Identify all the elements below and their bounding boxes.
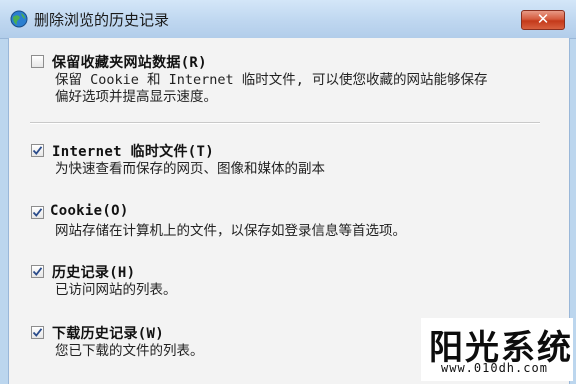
option-label-preserve-favorites[interactable]: 保留收藏夹网站数据(R)	[52, 52, 207, 72]
checkbox-cookies[interactable]	[31, 206, 44, 219]
checkmark-icon	[32, 146, 43, 155]
site-watermark: 阳光系统 www.010dh.com	[421, 318, 573, 381]
option-desc-preserve-favorites-line2: 偏好选项并提高显示速度。	[55, 89, 217, 105]
checkbox-download-history[interactable]	[31, 326, 44, 339]
option-desc-temp-files: 为快速查看而保存的网页、图像和媒体的副本	[55, 161, 325, 177]
close-icon: ✕	[536, 10, 550, 28]
separator	[30, 122, 540, 124]
checkmark-icon	[32, 208, 43, 217]
watermark-url: www.010dh.com	[441, 361, 548, 375]
option-desc-history: 已访问网站的列表。	[55, 282, 177, 298]
option-label-temp-files[interactable]: Internet 临时文件(T)	[52, 141, 214, 161]
option-desc-cookies: 网站存储在计算机上的文件，以保存如登录信息等首选项。	[55, 223, 406, 239]
option-label-download-history[interactable]: 下载历史记录(W)	[52, 323, 164, 343]
ie-globe-icon	[10, 10, 28, 28]
checkbox-temp-files[interactable]	[31, 144, 44, 157]
option-label-history[interactable]: 历史记录(H)	[52, 262, 135, 282]
checkmark-icon	[32, 328, 43, 337]
checkmark-icon	[32, 267, 43, 276]
window-title: 删除浏览的历史记录	[34, 11, 170, 29]
checkbox-preserve-favorites[interactable]	[31, 55, 44, 68]
option-label-cookies[interactable]: Cookie(O)	[50, 203, 129, 219]
option-desc-download-history: 您已下载的文件的列表。	[55, 343, 204, 359]
title-bar[interactable]: 删除浏览的历史记录 ✕	[0, 0, 576, 39]
close-button[interactable]: ✕	[521, 10, 565, 30]
checkbox-history[interactable]	[31, 265, 44, 278]
